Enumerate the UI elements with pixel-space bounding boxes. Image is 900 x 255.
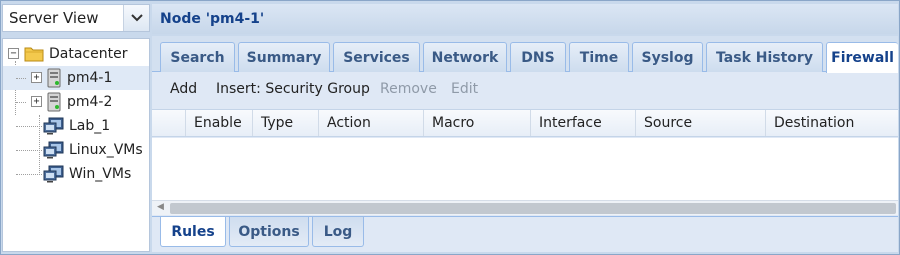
column-header-label: Destination bbox=[774, 115, 855, 131]
tab-firewall[interactable]: Firewall bbox=[826, 42, 898, 73]
page-title-bar: Node 'pm4-1' bbox=[152, 4, 898, 34]
column-header-label: Enable bbox=[194, 115, 242, 131]
collapse-icon[interactable]: − bbox=[8, 48, 19, 59]
column-header-label: Interface bbox=[539, 115, 602, 131]
column-header-source[interactable]: Source bbox=[636, 110, 766, 136]
tree-connector bbox=[16, 102, 26, 103]
tree-item-pool-lab-1[interactable]: Lab_1 bbox=[3, 114, 149, 138]
rules-grid-body bbox=[152, 138, 898, 200]
tab-summary[interactable]: Summary bbox=[238, 42, 330, 72]
tree-item-label: pm4-1 bbox=[67, 70, 113, 86]
view-selector[interactable]: Server View bbox=[2, 4, 150, 32]
expand-icon[interactable]: + bbox=[31, 96, 42, 107]
tree-item-node-pm4-1[interactable]: + pm4-1 bbox=[3, 66, 149, 90]
tree-item-pool-win-vms[interactable]: Win_VMs bbox=[3, 162, 149, 186]
column-header-label: Source bbox=[644, 115, 693, 131]
tree-connector bbox=[16, 78, 26, 79]
edit-button[interactable]: Edit bbox=[451, 81, 478, 97]
resource-tree: − Datacenter + pm4-1 + pm4-2 Lab_1 Linux… bbox=[2, 38, 150, 252]
server-icon bbox=[47, 68, 61, 92]
column-header-enable[interactable]: Enable bbox=[186, 110, 253, 136]
tab-syslog[interactable]: Syslog bbox=[632, 42, 703, 72]
tab-log[interactable]: Log bbox=[312, 217, 364, 247]
column-header-destination[interactable]: Destination bbox=[766, 110, 898, 136]
tab-label: Time bbox=[579, 49, 619, 66]
add-button[interactable]: Add bbox=[170, 81, 197, 97]
tree-item-node-pm4-2[interactable]: + pm4-2 bbox=[3, 90, 149, 114]
bottom-tab-bar: Rules Options Log bbox=[152, 216, 898, 252]
tab-options[interactable]: Options bbox=[229, 217, 309, 247]
tab-network[interactable]: Network bbox=[423, 42, 507, 72]
tree-item-datacenter[interactable]: − Datacenter bbox=[3, 42, 149, 66]
tree-item-label: Linux_VMs bbox=[69, 142, 143, 158]
tab-label: Task History bbox=[716, 49, 813, 66]
folder-icon bbox=[24, 45, 44, 66]
tree-item-label: Lab_1 bbox=[69, 118, 111, 134]
column-header-interface[interactable]: Interface bbox=[531, 110, 636, 136]
tab-label: Syslog bbox=[641, 49, 694, 66]
tab-label: Search bbox=[170, 49, 225, 66]
rules-grid-header: Enable Type Action Macro Interface Sourc… bbox=[152, 109, 898, 137]
tab-label: Summary bbox=[246, 49, 322, 66]
server-icon bbox=[47, 92, 61, 116]
pool-icon bbox=[43, 165, 65, 187]
node-panel: Search Summary Services Network DNS Time… bbox=[152, 36, 898, 252]
horizontal-scrollbar[interactable]: ◀ bbox=[152, 200, 898, 215]
tab-rules[interactable]: Rules bbox=[160, 217, 226, 247]
insert-security-group-button[interactable]: Insert: Security Group bbox=[216, 81, 370, 97]
column-header-label: Macro bbox=[432, 115, 475, 131]
tab-task-history[interactable]: Task History bbox=[706, 42, 823, 72]
tree-item-pool-linux-vms[interactable]: Linux_VMs bbox=[3, 138, 149, 162]
column-header-label: Action bbox=[327, 115, 371, 131]
view-selector-value: Server View bbox=[9, 9, 99, 27]
tab-services[interactable]: Services bbox=[333, 42, 420, 72]
tab-label: Rules bbox=[171, 223, 215, 240]
column-header-action[interactable]: Action bbox=[319, 110, 424, 136]
tab-label: Firewall bbox=[831, 50, 894, 66]
pool-icon bbox=[43, 141, 65, 163]
tab-search[interactable]: Search bbox=[160, 42, 235, 72]
column-header-label: Type bbox=[261, 115, 294, 131]
column-header-type[interactable]: Type bbox=[253, 110, 319, 136]
tree-item-label: Win_VMs bbox=[69, 166, 132, 182]
tab-label: Network bbox=[431, 49, 499, 66]
tab-label: DNS bbox=[521, 49, 555, 66]
page-title: Node 'pm4-1' bbox=[160, 11, 265, 27]
pool-icon bbox=[43, 117, 65, 139]
scroll-left-icon[interactable]: ◀ bbox=[157, 202, 164, 212]
tab-bar: Search Summary Services Network DNS Time… bbox=[152, 36, 898, 73]
tree-connector bbox=[16, 126, 42, 127]
column-header-row-number bbox=[152, 110, 186, 136]
tab-dns[interactable]: DNS bbox=[510, 42, 566, 72]
tab-label: Services bbox=[343, 49, 410, 66]
firewall-toolbar: Add Insert: Security Group Remove Edit bbox=[152, 73, 898, 107]
tab-label: Log bbox=[323, 223, 353, 240]
tab-label: Options bbox=[238, 223, 300, 240]
chevron-down-icon[interactable] bbox=[123, 5, 149, 31]
tree-connector bbox=[16, 150, 42, 151]
scrollbar-thumb[interactable] bbox=[170, 203, 896, 214]
tree-item-label: pm4-2 bbox=[67, 94, 113, 110]
tree-item-label: Datacenter bbox=[49, 46, 128, 62]
column-header-macro[interactable]: Macro bbox=[424, 110, 531, 136]
tab-time[interactable]: Time bbox=[569, 42, 629, 72]
expand-icon[interactable]: + bbox=[31, 72, 42, 83]
tree-connector bbox=[16, 174, 42, 175]
remove-button[interactable]: Remove bbox=[380, 81, 437, 97]
